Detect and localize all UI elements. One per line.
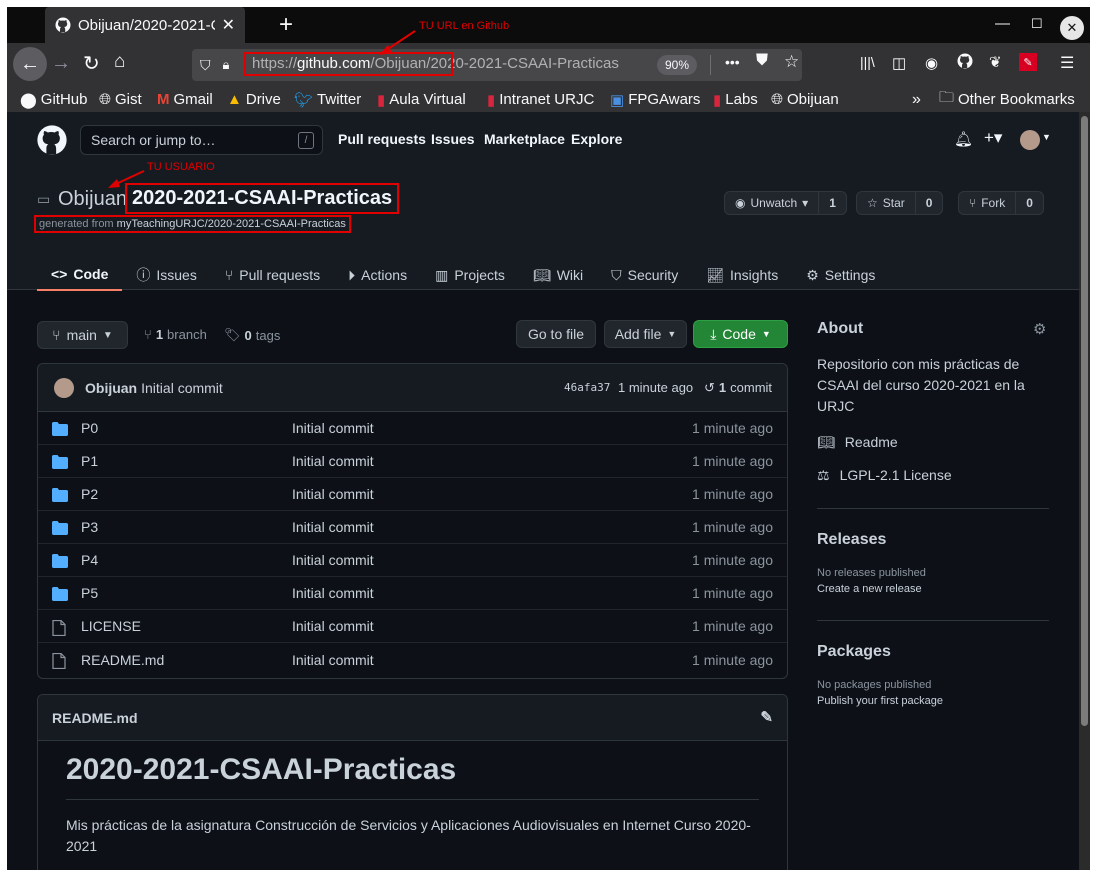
browser-window: Obijuan/2020-2021-CSAAI-Practicas ✕ + — … [7, 7, 1090, 870]
annotation-arrows [108, 30, 416, 188]
user-annotation-label: TU USUARIO [147, 161, 215, 173]
